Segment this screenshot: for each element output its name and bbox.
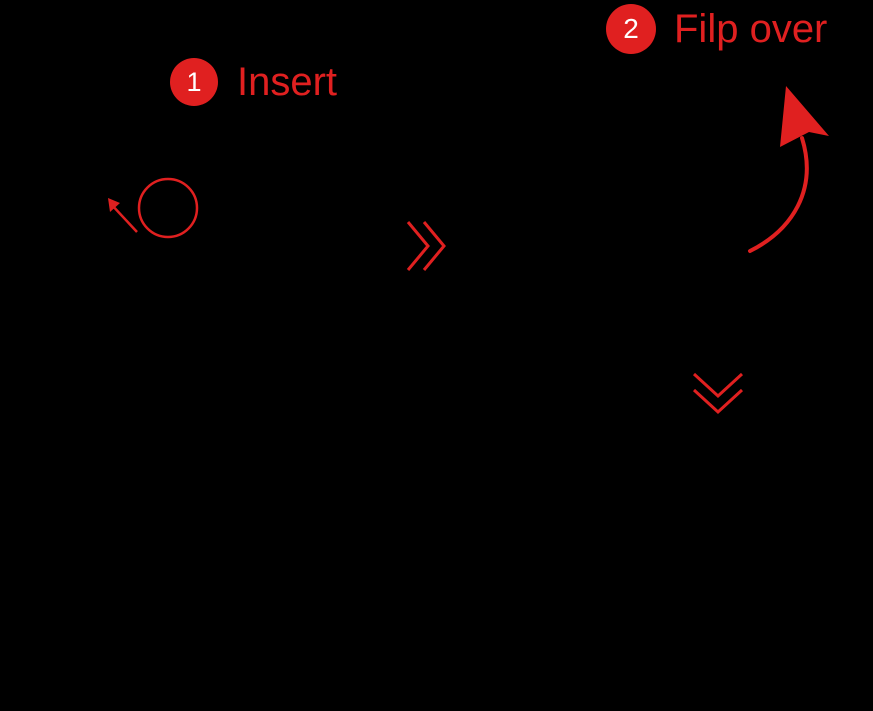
rotate-ring-icon	[108, 177, 199, 239]
instruction-diagram	[108, 86, 829, 415]
double-chevron-right-icon	[406, 221, 446, 271]
curved-arrow-up-icon	[748, 86, 829, 253]
double-chevron-down-icon	[692, 372, 744, 415]
